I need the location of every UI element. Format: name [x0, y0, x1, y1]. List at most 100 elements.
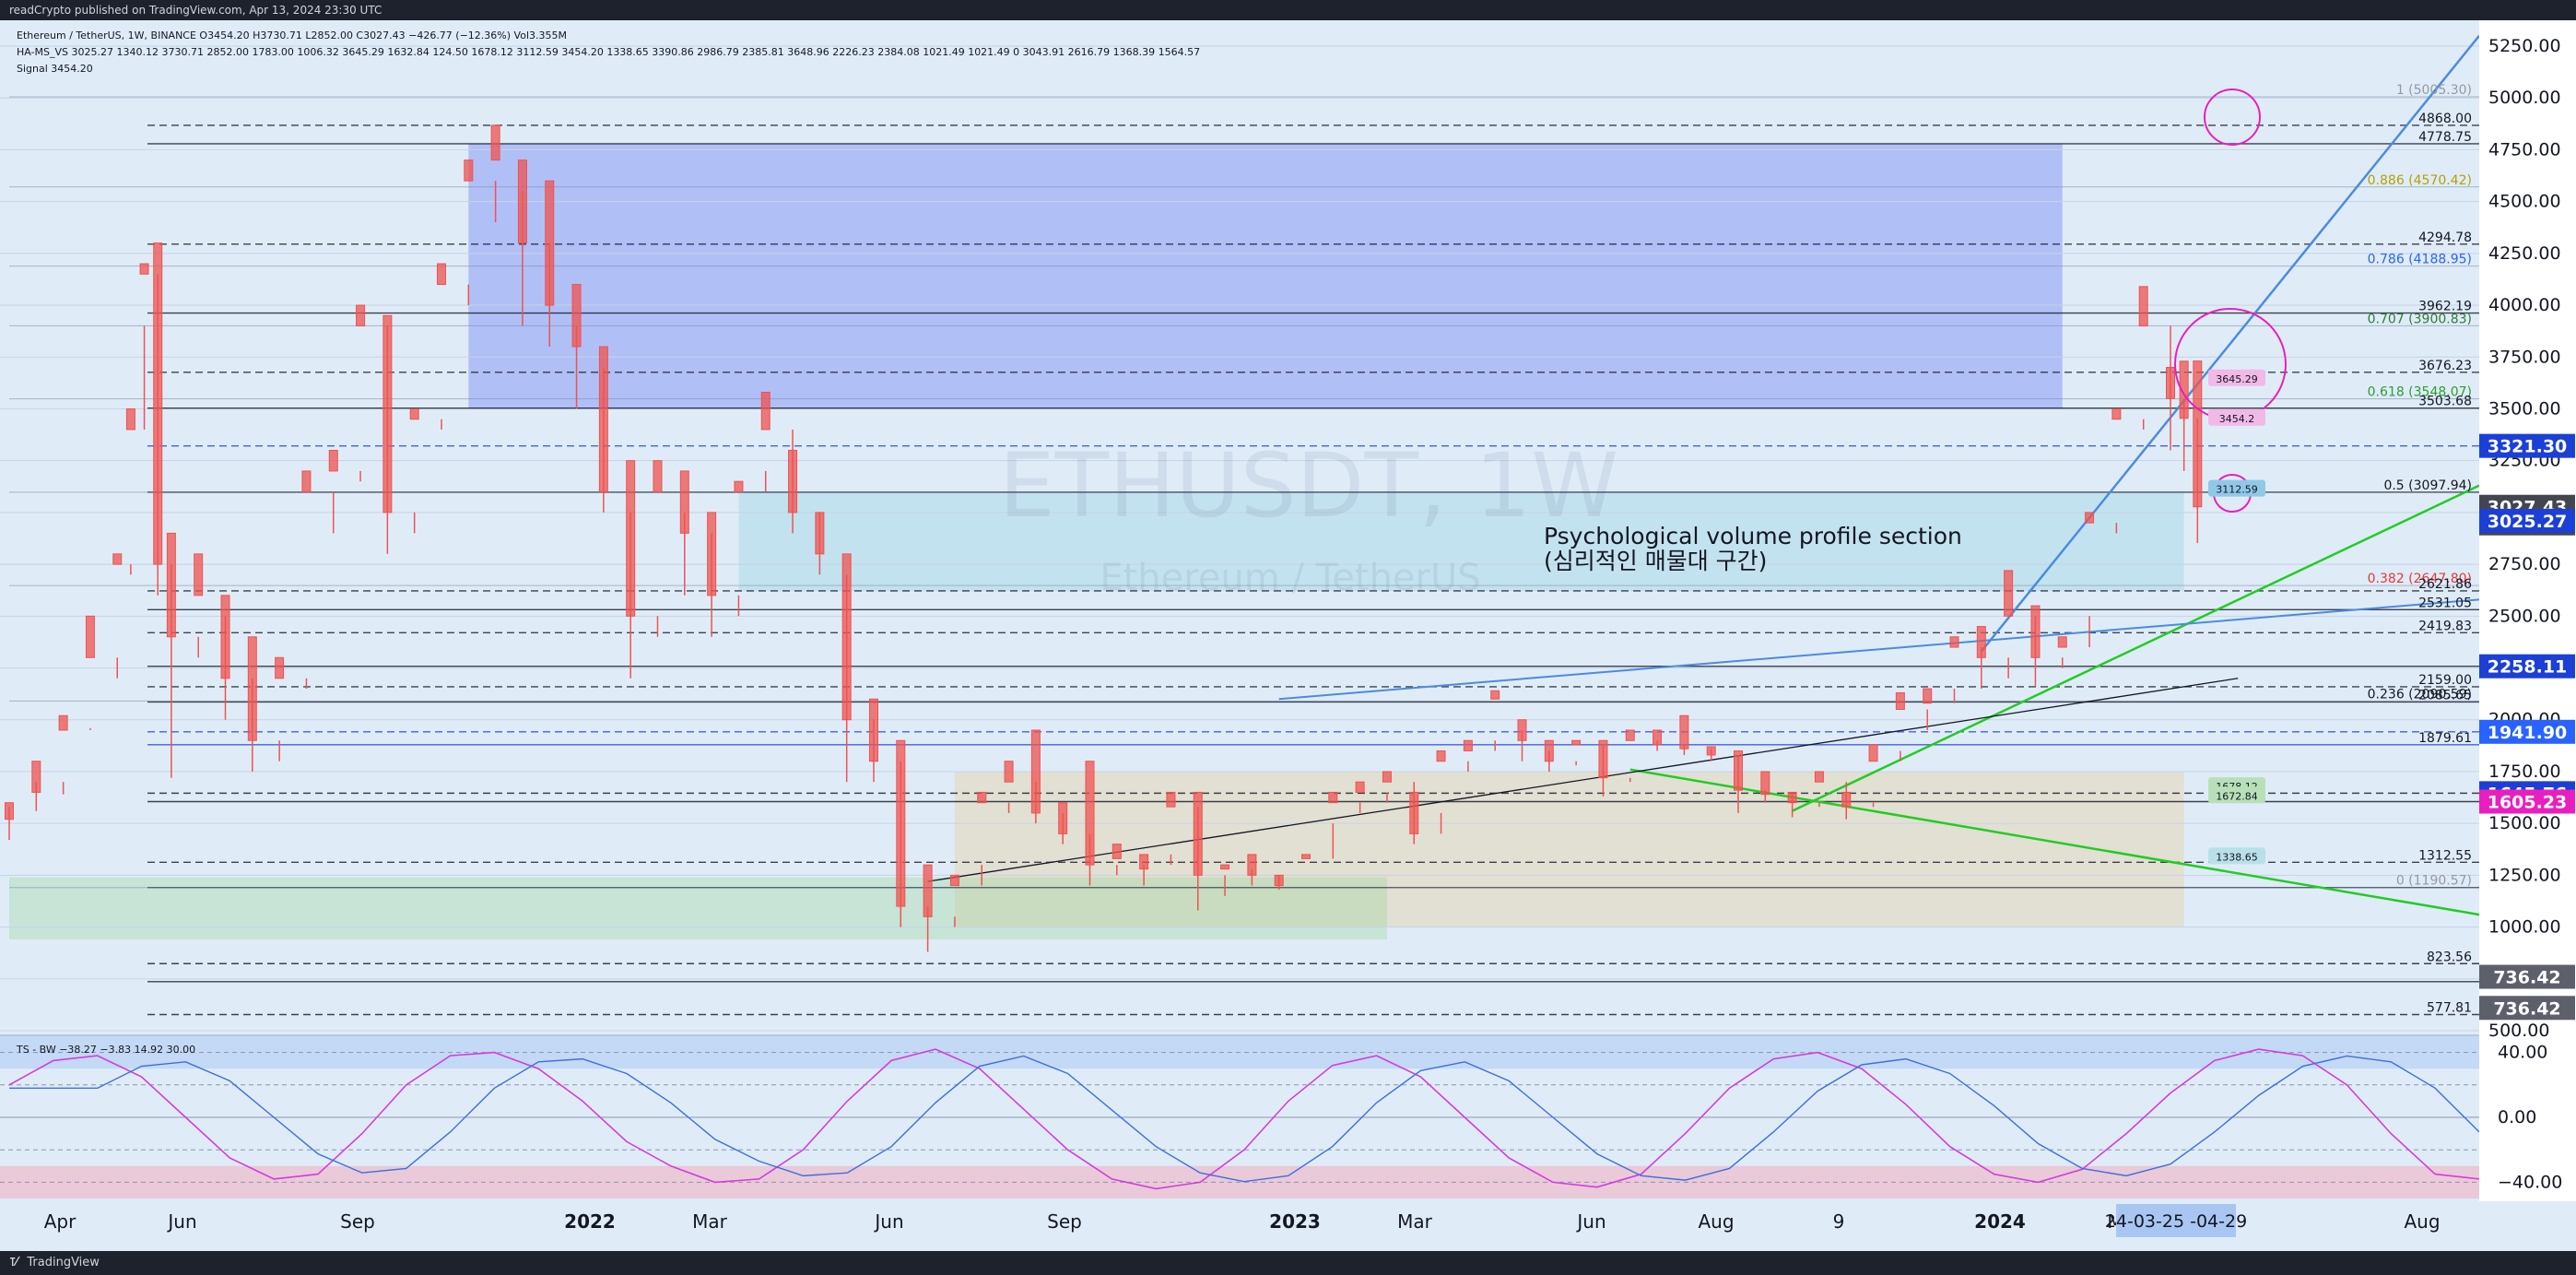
candle-body-70[interactable] — [1841, 791, 1852, 808]
candle-body-65[interactable] — [1706, 746, 1716, 756]
candle-body-40[interactable] — [1030, 729, 1041, 814]
candle-body-82[interactable] — [2166, 367, 2175, 399]
candle-body-21[interactable] — [517, 159, 527, 244]
candle-body-28[interactable] — [707, 512, 717, 596]
level-label-20: 1312.55 — [2418, 848, 2472, 863]
price-chart[interactable]: ETHUSDT, 1W Ethereum / TetherUS Psycholo… — [0, 0, 2576, 1275]
candle-body-63[interactable] — [1653, 729, 1663, 746]
box-tag-text-0: 3645.29 — [2216, 373, 2258, 385]
candle-body-39[interactable] — [1004, 761, 1014, 783]
candle-body-42[interactable] — [1085, 761, 1095, 866]
box-tag-text-4: 1672.84 — [2216, 790, 2258, 802]
candle-body-50[interactable] — [1301, 854, 1311, 859]
candle-body-47[interactable] — [1220, 864, 1230, 870]
candle-body-23[interactable] — [571, 284, 582, 348]
candle-body-26[interactable] — [653, 460, 663, 492]
candle-body-55[interactable] — [1436, 750, 1446, 762]
candle-body-72[interactable] — [1895, 692, 1905, 710]
candle-body-24[interactable] — [598, 346, 608, 492]
candle-body-16[interactable] — [382, 314, 393, 514]
candle-body-29[interactable] — [734, 480, 744, 492]
candle-body-61[interactable] — [1598, 739, 1608, 779]
candle-body-33[interactable] — [841, 553, 852, 721]
candle-body-15[interactable] — [356, 304, 366, 327]
candle-body-9[interactable] — [194, 553, 204, 596]
candle-body-58[interactable] — [1517, 719, 1527, 741]
level-label-13: 2621.86 — [2418, 577, 2472, 592]
candle-body-20[interactable] — [490, 124, 500, 161]
candle-body-35[interactable] — [896, 739, 906, 907]
candle-body-31[interactable] — [788, 449, 798, 514]
candle-body-34[interactable] — [869, 698, 878, 762]
candle-body-74[interactable] — [1949, 636, 1959, 648]
candle-body-52[interactable] — [1355, 781, 1365, 793]
candle-body-71[interactable] — [1868, 744, 1878, 762]
candle-body-59[interactable] — [1544, 739, 1554, 762]
candle-body-18[interactable] — [437, 263, 446, 286]
indicator-tick-2: −40.00 — [2498, 1172, 2562, 1192]
candle-body-17[interactable] — [409, 407, 419, 420]
candle-body-30[interactable] — [760, 391, 770, 431]
level-label-21: 0 (1190.57) — [2396, 874, 2472, 889]
candle-body-7[interactable] — [153, 242, 163, 565]
candle-body-36[interactable] — [923, 864, 933, 917]
candle-body-66[interactable] — [1734, 750, 1743, 791]
candle-body-14[interactable] — [328, 449, 338, 472]
level-label-22: 823.56 — [2427, 950, 2472, 964]
candle-body-69[interactable] — [1814, 771, 1824, 783]
candle-body-79[interactable] — [2085, 512, 2095, 524]
candle-body-41[interactable] — [1058, 802, 1068, 834]
price-tag-label-3: 2258.11 — [2488, 657, 2568, 678]
candle-body-48[interactable] — [1247, 854, 1257, 876]
legend-signal: Signal 3454.20 — [17, 63, 93, 75]
candle-body-38[interactable] — [977, 791, 987, 804]
candle-body-78[interactable] — [2057, 636, 2067, 648]
candle-body-51[interactable] — [1328, 791, 1338, 804]
candle-body-67[interactable] — [1760, 771, 1770, 796]
candle-body-25[interactable] — [626, 460, 636, 617]
time-label-8: Mar — [1397, 1210, 1433, 1233]
candle-body-56[interactable] — [1463, 739, 1473, 751]
candle-body-10[interactable] — [220, 595, 230, 679]
candle-body-19[interactable] — [464, 159, 474, 182]
candle-body-68[interactable] — [1787, 791, 1797, 804]
level-label-18: 2085.65 — [2418, 688, 2472, 702]
candle-body-57[interactable] — [1490, 690, 1500, 700]
candle-body-32[interactable] — [815, 512, 825, 555]
candle-body-45[interactable] — [1166, 791, 1176, 808]
candle-body-49[interactable] — [1274, 874, 1284, 887]
candle-body-1[interactable] — [31, 761, 41, 793]
candle-body-46[interactable] — [1193, 791, 1203, 876]
candle-body-13[interactable] — [301, 470, 312, 492]
candle-body-81[interactable] — [2138, 286, 2148, 327]
candle-body-64[interactable] — [1679, 714, 1689, 750]
candle-body-53[interactable] — [1382, 771, 1392, 783]
candle-body-77[interactable] — [2030, 605, 2041, 658]
box-tag-text-1: 3454.2 — [2219, 413, 2255, 425]
candle-body-3[interactable] — [85, 615, 95, 658]
candle-body-6[interactable] — [139, 263, 149, 275]
candle-body-12[interactable] — [275, 656, 285, 679]
candle-body-22[interactable] — [545, 180, 555, 306]
candle-body-80[interactable] — [2111, 407, 2122, 420]
candle-body-76[interactable] — [2004, 570, 2014, 617]
candle-body-60[interactable] — [1571, 739, 1582, 746]
candle-body-44[interactable] — [1139, 854, 1149, 870]
candle-body-43[interactable] — [1112, 844, 1122, 859]
candle-body-37[interactable] — [949, 874, 959, 887]
price-tick-6: 3750.00 — [2488, 347, 2561, 367]
candle-body-11[interactable] — [247, 636, 257, 741]
candle-body-62[interactable] — [1625, 729, 1635, 741]
candle-body-73[interactable] — [1923, 688, 1933, 704]
price-tick-4: 4250.00 — [2488, 243, 2561, 264]
candle-body-2[interactable] — [58, 714, 68, 731]
candle-body-5[interactable] — [125, 407, 135, 431]
candle-body-54[interactable] — [1409, 791, 1419, 834]
candle-body-8[interactable] — [166, 532, 176, 638]
candle-body-0[interactable] — [5, 802, 14, 820]
candle-body-84[interactable] — [2193, 360, 2203, 508]
candle-body-4[interactable] — [112, 553, 123, 565]
price-tick-15: 1500.00 — [2488, 813, 2561, 833]
candle-body-27[interactable] — [679, 470, 689, 534]
candle-body-75[interactable] — [1976, 626, 1986, 658]
